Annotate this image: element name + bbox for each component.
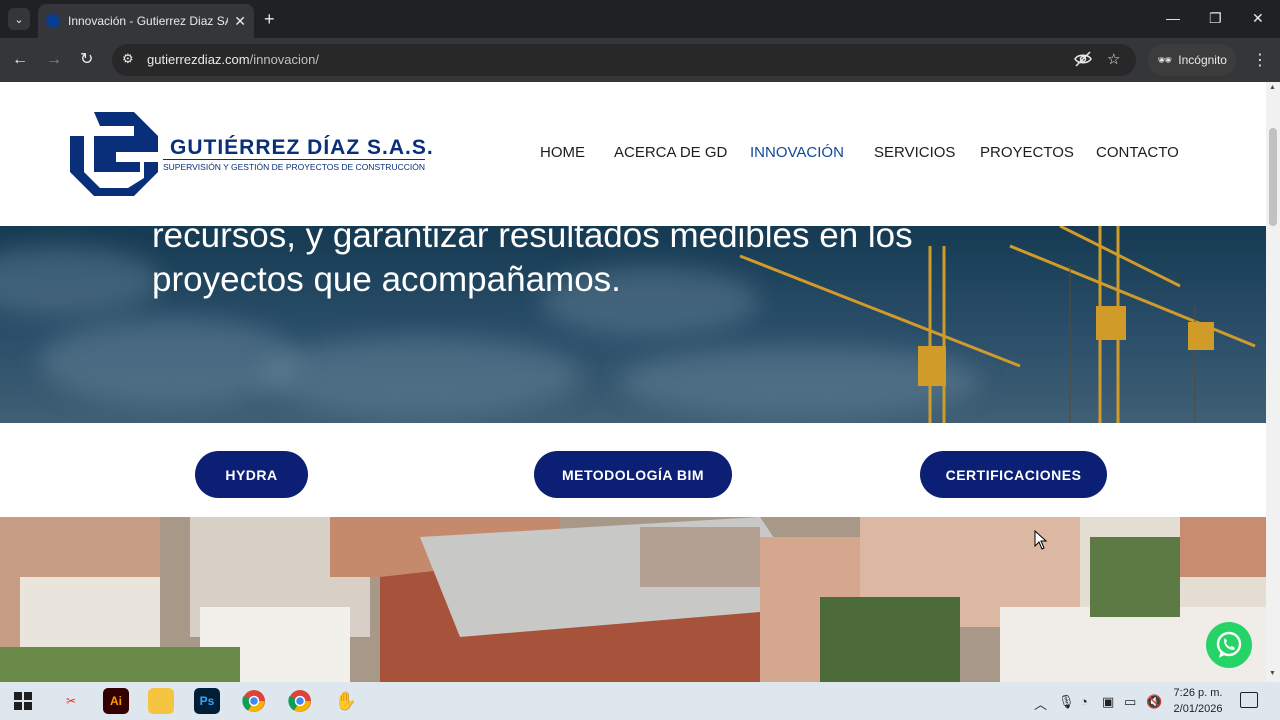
other-app-icon[interactable]: ✋: [333, 688, 359, 714]
illustrator-icon[interactable]: Ai: [103, 688, 129, 714]
chrome-icon-2[interactable]: [287, 688, 313, 714]
whatsapp-icon: [1216, 631, 1242, 658]
url-text[interactable]: gutierrezdiaz.com/innovacion/: [147, 52, 319, 67]
logo-mark-icon: [70, 112, 158, 196]
clock-time: 7:26 p. m.: [1173, 687, 1223, 699]
chevron-down-icon: ⌄: [14, 13, 24, 26]
main-nav: HOME ACERCA DE GD INNOVACIÓN SERVICIOS P…: [540, 144, 1186, 161]
eye-off-icon[interactable]: [1074, 50, 1092, 72]
photoshop-icon[interactable]: Ps: [194, 688, 220, 714]
site-favicon: [46, 14, 60, 28]
incognito-label: Incógnito: [1178, 53, 1227, 67]
file-explorer-icon[interactable]: [148, 688, 174, 714]
nav-innovacion[interactable]: INNOVACIÓN: [750, 144, 874, 161]
bookmark-star-icon[interactable]: ☆: [1107, 50, 1120, 68]
metodologia-bim-button[interactable]: METODOLOGÍA BIM: [534, 451, 732, 498]
nav-servicios[interactable]: SERVICIOS: [874, 144, 980, 161]
show-hidden-icons-icon[interactable]: ︿: [1034, 694, 1047, 713]
incognito-indicator[interactable]: 🕶 Incógnito: [1148, 44, 1236, 76]
hydra-button[interactable]: HYDRA: [195, 451, 308, 498]
minimize-icon[interactable]: —: [1166, 10, 1180, 26]
nav-acerca[interactable]: ACERCA DE GD: [614, 144, 750, 161]
browser-menu-icon[interactable]: ⋮: [1252, 50, 1268, 70]
certificaciones-button[interactable]: CERTIFICACIONES: [920, 451, 1107, 498]
clock-date: 2/01/2026: [1173, 703, 1223, 715]
scroll-up-icon[interactable]: ▲: [1269, 84, 1276, 91]
site-logo[interactable]: GUTIÉRREZ DÍAZ S.A.S. SUPERVISIÓN Y GEST…: [70, 112, 433, 196]
address-bar[interactable]: ⚙ gutierrezdiaz.com/innovacion/ ☆: [112, 44, 1136, 76]
windows-start-icon[interactable]: [10, 688, 36, 714]
microphone-icon[interactable]: 🎙: [1058, 694, 1075, 710]
url-path: /innovacion/: [249, 52, 319, 67]
hero-banner: recursos, y garantizar resultados medibl…: [0, 226, 1266, 423]
hero-text: recursos, y garantizar resultados medibl…: [152, 226, 913, 302]
notifications-icon[interactable]: [1240, 692, 1258, 708]
url-domain: gutierrezdiaz.com: [147, 52, 250, 67]
hero-line-1: recursos, y garantizar resultados medibl…: [152, 226, 913, 255]
innovation-buttons: HYDRA METODOLOGÍA BIM CERTIFICACIONES: [0, 423, 1266, 517]
logo-tagline: SUPERVISIÓN Y GESTIÓN DE PROYECTOS DE CO…: [163, 159, 425, 172]
tab-search-button[interactable]: ⌄: [8, 8, 30, 30]
nav-contacto[interactable]: CONTACTO: [1096, 144, 1186, 161]
browser-tab[interactable]: Innovación - Gutierrez Diaz SAS ✕: [38, 4, 254, 38]
whatsapp-button[interactable]: [1206, 622, 1252, 668]
close-window-icon[interactable]: ✕: [1252, 10, 1264, 27]
forward-icon[interactable]: →: [46, 50, 62, 70]
battery-icon[interactable]: ▭: [1124, 694, 1136, 710]
windows-taskbar: ✂ Ai Ps ✋ ︿ 🎙 ◔ ▣ ▭ 🔇 7:26 p. m. 2/01/20…: [0, 682, 1280, 720]
aerial-city-photo: [0, 517, 1266, 682]
back-icon[interactable]: ←: [12, 50, 28, 70]
page-viewport: GUTIÉRREZ DÍAZ S.A.S. SUPERVISIÓN Y GEST…: [0, 82, 1266, 682]
scroll-down-icon[interactable]: ▼: [1269, 670, 1276, 677]
reload-icon[interactable]: ↻: [80, 50, 93, 70]
wifi-icon[interactable]: ◔: [1080, 694, 1088, 709]
new-tab-button[interactable]: +: [264, 9, 275, 29]
volume-muted-icon[interactable]: 🔇: [1146, 694, 1162, 710]
hero-line-2: proyectos que acompañamos.: [152, 260, 621, 299]
chrome-icon[interactable]: [241, 688, 267, 714]
restore-icon[interactable]: ❐: [1209, 10, 1222, 27]
browser-tab-bar: ⌄ Innovación - Gutierrez Diaz SAS ✕ + — …: [0, 0, 1280, 38]
tab-title: Innovación - Gutierrez Diaz SAS: [68, 14, 229, 28]
mouse-cursor-icon: [1034, 530, 1048, 550]
logo-name: GUTIÉRREZ DÍAZ S.A.S.: [170, 136, 434, 159]
scrollbar-thumb[interactable]: [1269, 128, 1277, 226]
nav-proyectos[interactable]: PROYECTOS: [980, 144, 1096, 161]
city-buildings-image: [0, 517, 1266, 682]
incognito-icon: 🕶: [1157, 53, 1173, 67]
close-tab-icon[interactable]: ✕: [234, 13, 246, 30]
system-clock[interactable]: 7:26 p. m. 2/01/2026: [1168, 685, 1228, 717]
page-scrollbar[interactable]: ▲ ▼: [1266, 82, 1280, 682]
nav-home[interactable]: HOME: [540, 144, 614, 161]
site-header: GUTIÉRREZ DÍAZ S.A.S. SUPERVISIÓN Y GEST…: [0, 82, 1266, 226]
snipping-tool-icon[interactable]: ✂: [58, 688, 84, 714]
camera-icon[interactable]: ▣: [1102, 694, 1114, 710]
site-info-icon[interactable]: ⚙: [122, 51, 134, 67]
